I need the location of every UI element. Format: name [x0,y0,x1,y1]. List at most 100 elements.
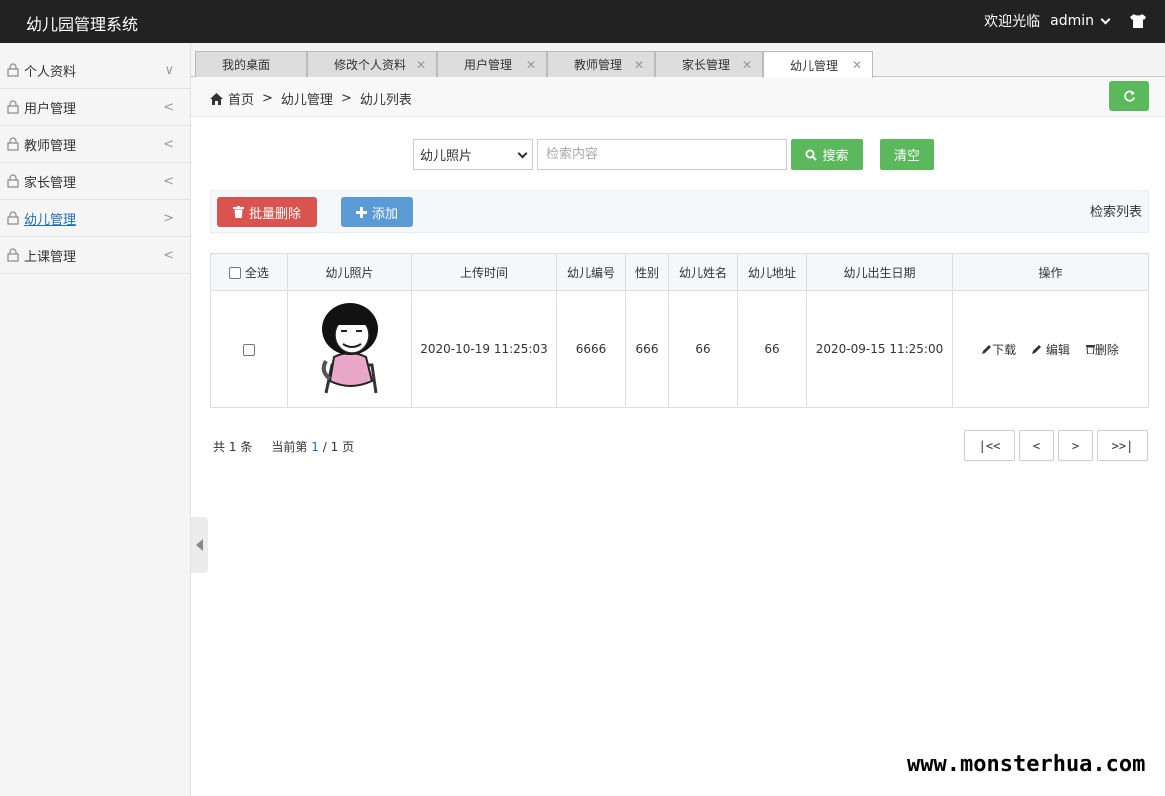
sidebar-item-label: 上课管理 [24,249,77,265]
trash-icon [232,206,244,218]
lock-icon [7,174,19,188]
close-icon[interactable]: ✕ [634,58,644,72]
tshirt-icon[interactable] [1129,14,1147,28]
sidebar-item-profile[interactable]: 个人资料 ∨ [0,43,190,89]
header-upload-time: 上传时间 [411,253,557,291]
table-header-row: 全选 幼儿照片 上传时间 幼儿编号 性别 幼儿姓名 幼儿地址 幼儿出生日期 操作 [210,253,1149,291]
operations-cell: 下载 编辑 删除 [952,290,1149,408]
birth-date-cell: 2020-09-15 11:25:00 [806,290,953,408]
welcome-text: 欢迎光临 [984,14,1041,30]
lock-icon [7,211,19,225]
delete-link[interactable]: 删除 [1085,341,1119,358]
row-checkbox[interactable] [243,343,255,356]
top-navbar: 幼儿园管理系统 欢迎光临 admin [0,0,1165,43]
header-select-all[interactable]: 全选 [210,253,288,291]
address-cell: 66 [737,290,807,408]
breadcrumb-separator: > [262,91,273,106]
close-icon[interactable]: ✕ [416,58,426,72]
child-photo[interactable] [312,299,388,397]
search-button[interactable]: 搜索 [791,139,863,170]
edit-link[interactable]: 编辑 [1032,341,1070,358]
pager-current-prefix: 当前第 [271,440,308,454]
add-label: 添加 [371,206,398,222]
lock-icon [7,100,19,114]
sidebar-item-children[interactable]: 幼儿管理 > [0,200,190,237]
next-page-button[interactable]: > [1058,430,1093,461]
tab-label: 幼儿管理 [790,58,839,73]
row-select-cell [210,290,288,408]
tab-users[interactable]: 用户管理 ✕ [437,51,547,77]
pager-info: 共 1 条 当前第 1 / 1 页 [213,438,354,455]
breadcrumb-level2: 幼儿列表 [359,93,412,108]
tab-label: 修改个人资料 [334,58,407,72]
sidebar-item-parents[interactable]: 家长管理 < [0,163,190,200]
pager-separator: / [322,440,327,454]
header-name: 幼儿姓名 [668,253,738,291]
trash-icon [1085,344,1095,354]
tab-desktop[interactable]: 我的桌面 [195,51,307,77]
batch-delete-label: 批量删除 [248,206,301,222]
sidebar-item-classes[interactable]: 上课管理 < [0,237,190,274]
batch-delete-button[interactable]: 批量删除 [217,197,317,227]
chevron-down-icon[interactable] [1100,14,1111,24]
tab-edit-profile[interactable]: 修改个人资料 ✕ [307,51,437,77]
search-field-select[interactable]: 幼儿照片 [413,139,533,170]
tab-label: 教师管理 [574,58,623,72]
action-bar: 批量删除 添加 检索列表 [210,190,1149,233]
chevron-left-icon: < [163,247,174,263]
add-button[interactable]: 添加 [341,197,413,227]
header-label: 全选 [244,265,269,280]
refresh-button[interactable] [1109,81,1149,111]
close-icon[interactable]: ✕ [742,58,752,72]
tab-parents[interactable]: 家长管理 ✕ [655,51,763,77]
gender-cell: 666 [625,290,669,408]
close-icon[interactable]: ✕ [526,58,536,72]
tab-children[interactable]: 幼儿管理 ✕ [763,51,873,78]
chevron-down-icon: ∨ [164,62,174,78]
plus-icon [355,206,367,218]
download-label: 下载 [992,342,1017,357]
sidebar-collapse-handle[interactable] [191,517,208,573]
download-link[interactable]: 下载 [982,341,1016,358]
chevron-down-icon [517,148,528,159]
sidebar-item-label: 家长管理 [24,175,77,191]
sidebar-item-label: 用户管理 [24,101,77,117]
chevron-right-icon: > [163,210,174,226]
header-child-no: 幼儿编号 [556,253,626,291]
sidebar-item-label: 幼儿管理 [24,212,77,228]
header-gender: 性别 [625,253,669,291]
close-icon[interactable]: ✕ [852,58,862,72]
breadcrumb: 首页 > 幼儿管理 > 幼儿列表 [210,89,412,108]
header-operations: 操作 [952,253,1149,291]
select-all-checkbox[interactable] [229,267,242,279]
tab-label: 家长管理 [682,58,731,72]
pencil-icon [1032,344,1042,354]
sidebar-item-label: 教师管理 [24,138,77,154]
chevron-left-icon: < [163,173,174,189]
breadcrumb-home[interactable]: 首页 [228,89,254,108]
sidebar-item-label: 个人资料 [24,64,77,80]
app-title: 幼儿园管理系统 [26,15,139,34]
pager-total-suffix: 条 [240,440,253,454]
clear-button[interactable]: 清空 [880,139,934,170]
breadcrumb-bar: 首页 > 幼儿管理 > 幼儿列表 [191,77,1165,117]
breadcrumb-level1[interactable]: 幼儿管理 [281,89,333,108]
delete-label: 删除 [1094,342,1119,357]
list-title: 检索列表 [1089,205,1142,220]
triangle-left-icon [195,539,203,551]
pagination: |<< < > >>| [964,430,1148,461]
prev-page-button[interactable]: < [1019,430,1054,461]
first-page-button[interactable]: |<< [964,430,1015,461]
username-dropdown[interactable]: admin [1050,13,1094,29]
children-table: 全选 幼儿照片 上传时间 幼儿编号 性别 幼儿姓名 幼儿地址 幼儿出生日期 操作 [210,253,1149,408]
user-area: 欢迎光临 admin [984,11,1147,31]
watermark: www.monsterhua.com [907,752,1146,777]
sidebar-item-teachers[interactable]: 教师管理 < [0,126,190,163]
last-page-button[interactable]: >>| [1097,430,1148,461]
lock-icon [7,248,19,262]
sidebar-item-users[interactable]: 用户管理 < [0,89,190,126]
tab-teachers[interactable]: 教师管理 ✕ [547,51,655,77]
pager-total-pages: 1 [330,440,339,454]
search-field-selected: 幼儿照片 [420,149,473,164]
search-input[interactable] [537,139,787,170]
